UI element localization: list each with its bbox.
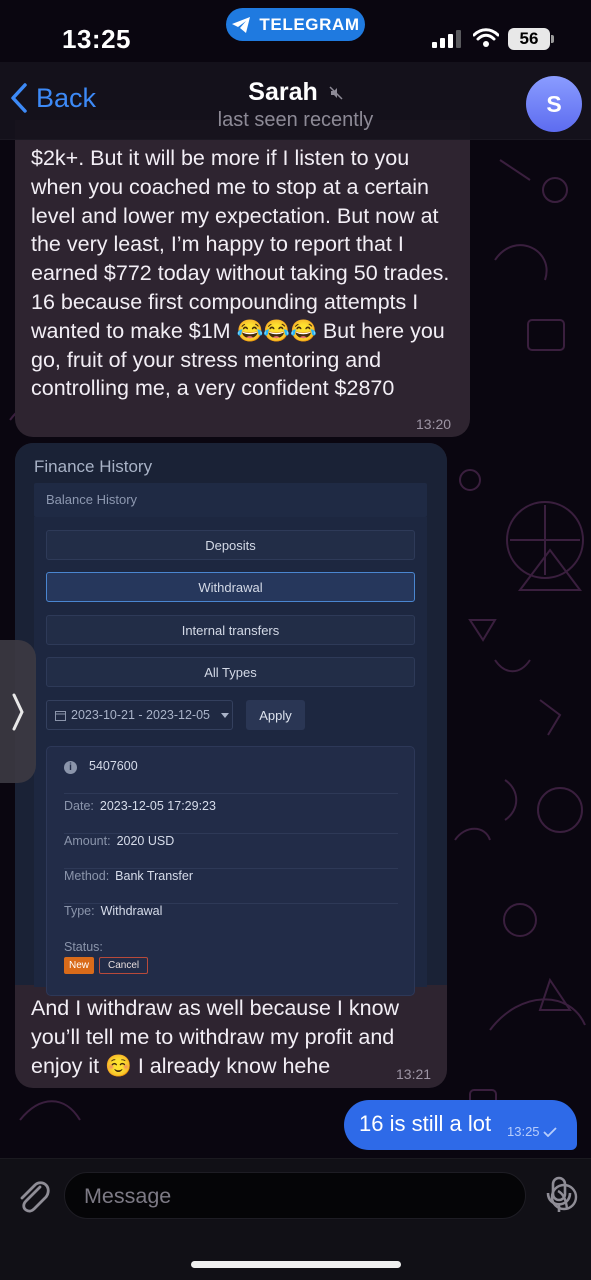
message-time: 13:20: [416, 416, 452, 432]
balance-history-label: Balance History: [46, 492, 138, 507]
finance-history-title: Finance History: [34, 457, 153, 476]
calendar-icon: [55, 710, 66, 721]
status-bar: 13:25 TELEGRAM 56: [0, 0, 591, 70]
telegram-pill-label: TELEGRAM: [259, 14, 360, 34]
telegram-pill[interactable]: TELEGRAM: [226, 8, 365, 41]
date-key: Date:: [64, 799, 94, 813]
photo-message-time: 13:21: [396, 1066, 432, 1082]
balance-history-bar: Balance History: [34, 483, 427, 517]
type-key: Type:: [64, 904, 95, 918]
last-seen-status: last seen recently: [217, 109, 374, 131]
incoming-photo-message[interactable]: Finance History Balance History Deposits…: [15, 443, 447, 1088]
battery-tip: [551, 35, 554, 43]
status-key: Status:: [64, 940, 103, 954]
message-composer: Message: [0, 1158, 591, 1280]
record-amount-row: Amount: 2020 USD: [64, 834, 398, 869]
record-type-row: Type: Withdrawal: [64, 904, 398, 939]
contact-name[interactable]: Sarah: [0, 78, 591, 107]
chevron-right-icon: [12, 693, 24, 730]
status-badge-new: New: [64, 957, 95, 974]
record-date: 2023-12-05 17:29:23: [99, 799, 216, 813]
wifi-icon: [473, 28, 499, 47]
dropdown-caret-icon: [221, 712, 229, 718]
outgoing-message-meta: 13:25: [507, 1124, 557, 1139]
record-type: Withdrawal: [100, 904, 163, 918]
microphone-icon[interactable]: [545, 1176, 573, 1214]
mute-icon: [329, 86, 343, 100]
record-method-row: Method: Bank Transfer: [64, 869, 398, 904]
telegram-icon: [232, 16, 251, 33]
side-panel-handle[interactable]: [0, 640, 36, 783]
filter-withdrawal: Withdrawal: [46, 572, 415, 602]
record-date-row: Date: 2023-12-05 17:29:23: [64, 799, 398, 834]
photo-caption: And I withdraw as well because I know yo…: [31, 996, 400, 1078]
chat-header: Back Sarah last seen recently S: [0, 62, 591, 140]
date-range-text: 2023-10-21 - 2023-12-05: [71, 708, 210, 722]
filter-panel: Deposits Withdrawal Internal transfers A…: [34, 517, 427, 996]
status-badge-cancel: Cancel: [99, 957, 149, 974]
incoming-message[interactable]: $2k+. But it will be more if I listen to…: [15, 120, 470, 437]
battery-icon: 56: [508, 28, 550, 50]
date-range-field: 2023-10-21 - 2023-12-05: [46, 700, 233, 730]
record-id-row: i 5407600: [64, 759, 398, 794]
withdrawal-record-card: i 5407600 Date: 2023-12-05 17:29:23 Amount…: [46, 746, 415, 996]
filter-all-types: All Types: [46, 657, 415, 687]
outgoing-message-text: 16 is still a lot: [359, 1111, 492, 1136]
message-text: $2k+. But it will be more if I listen to…: [31, 146, 450, 401]
avatar-initial: S: [546, 90, 562, 117]
status-time: 13:25: [62, 24, 131, 54]
record-method: Bank Transfer: [115, 869, 193, 883]
amount-key: Amount:: [64, 834, 111, 848]
home-indicator: [191, 1261, 401, 1268]
filter-deposits: Deposits: [46, 530, 415, 560]
paperclip-icon[interactable]: [14, 1175, 50, 1215]
filter-internal-transfers: Internal transfers: [46, 615, 415, 645]
record-id: 5407600: [89, 759, 138, 773]
avatar[interactable]: S: [526, 76, 582, 132]
read-check-icon: [542, 1126, 557, 1137]
record-amount: 2020 USD: [116, 834, 175, 848]
signal-icon: [432, 30, 461, 48]
outgoing-message[interactable]: 16 is still a lot 13:25: [344, 1100, 577, 1150]
outgoing-message-time: 13:25: [507, 1124, 540, 1139]
method-key: Method:: [64, 869, 110, 883]
info-icon: i: [64, 761, 77, 774]
message-input-placeholder: Message: [84, 1184, 172, 1208]
message-input[interactable]: Message: [64, 1172, 578, 1219]
apply-button: Apply: [246, 700, 305, 730]
contact-name-text: Sarah: [248, 78, 318, 106]
finance-history-screenshot[interactable]: Finance History Balance History Deposits…: [15, 443, 447, 996]
